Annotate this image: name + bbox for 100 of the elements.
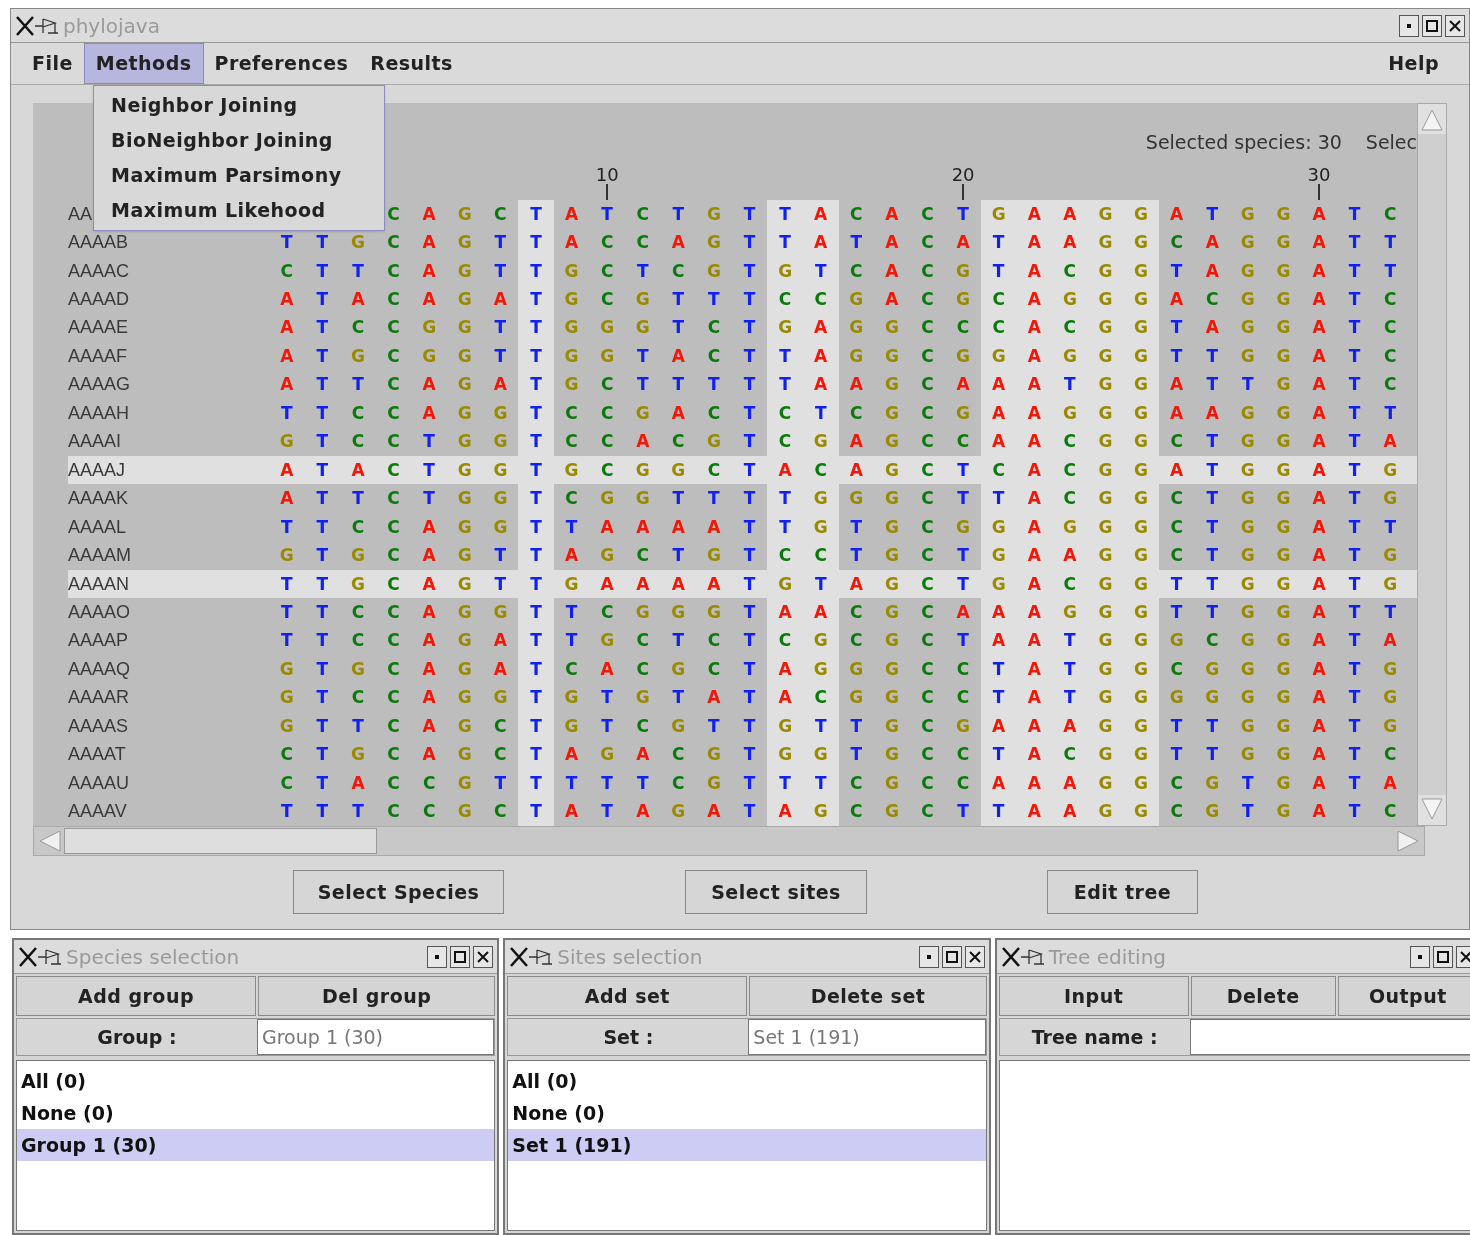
species-name: AAAAK: [68, 487, 129, 511]
ruler-label: 20: [951, 165, 975, 184]
panel-button[interactable]: Input: [998, 976, 1189, 1016]
residue-sequence: T T T C C G C T A T A G A T A G C G C T T A A G G C G T G A T C: [269, 797, 1408, 826]
residue-sequence: T T G C A G T T A C C A G T T A T A C A T A A G G C A G G A T T: [269, 228, 1408, 257]
list-item[interactable]: None (0): [17, 1097, 495, 1129]
species-row[interactable]: AAAAN T T G C A G T T G A A A A T G T A G C T G A C G G T T G G A T G: [68, 569, 1417, 599]
field-label: Set :: [602, 1024, 655, 1050]
residue-sequence: G T T C A G C T G T C G T T G T T G C G A A A G G T T G G A T G: [269, 712, 1408, 741]
menu-item[interactable]: Help: [1388, 43, 1439, 84]
list-item[interactable]: None (0): [508, 1097, 986, 1129]
maximize-icon[interactable]: [1422, 14, 1442, 37]
species-name: AAAAU: [68, 771, 130, 795]
species-name: AAAAO: [68, 601, 131, 624]
species-name: AAAAS: [68, 714, 129, 738]
residue-sequence: G T C C T G G T C C A C G T C G A G C C A A C G G C T G G A T A: [269, 427, 1408, 456]
dropdown-item[interactable]: Maximum Parsimony: [94, 158, 384, 193]
species-name: AAAAT: [68, 743, 126, 767]
species-name: AAAAL: [68, 515, 127, 539]
maximize-icon[interactable]: [1433, 945, 1453, 968]
residue-sequence: A T T C T G G T C G G T T T T G G G C T T A C G G C T G G A T G: [269, 484, 1408, 513]
list-item[interactable]: All (0): [17, 1065, 495, 1097]
species-name: AAAAH: [68, 401, 130, 425]
action-button[interactable]: Select sites: [685, 870, 867, 914]
minimize-icon[interactable]: [918, 945, 939, 968]
species-name: AAAAQ: [68, 657, 131, 681]
menu-item[interactable]: Methods: [83, 43, 204, 84]
close-icon[interactable]: [1445, 14, 1465, 37]
species-name: AAAAN: [68, 572, 130, 596]
species-name: AAAAC: [68, 259, 130, 283]
ruler-label: 30: [1307, 165, 1331, 184]
species-name: AAAAI: [68, 430, 122, 454]
list-item[interactable]: All (0): [508, 1065, 986, 1097]
action-button[interactable]: Edit tree: [1047, 870, 1198, 914]
ruler-tick: [962, 183, 965, 200]
close-icon[interactable]: [473, 945, 494, 968]
species-name: AAAAM: [68, 544, 132, 568]
menu-item[interactable]: Preferences: [203, 43, 360, 84]
action-button[interactable]: Select Species: [293, 870, 504, 914]
residue-sequence: C T A C C G T T T T T C G T T T C G C C A A A G G C G T G A T A: [269, 769, 1408, 798]
window-title: Tree editing: [1048, 943, 1167, 971]
species-name: AAAAR: [68, 686, 130, 710]
residue-sequence: G T G C A G A T C A C G C T A G G G C C T A T G G C G G G A T G: [269, 655, 1408, 684]
species-row[interactable]: AAAAJ A T A C T G G T G C G G C T A C A G C T C A C G G A T G G A T G: [68, 456, 1417, 485]
minimize-icon[interactable]: [1399, 14, 1419, 37]
text-field[interactable]: Group 1 (30): [257, 1019, 495, 1055]
close-icon[interactable]: [1456, 945, 1470, 968]
species-name: AAAAP: [68, 629, 129, 653]
species-name: AAAAG: [68, 373, 131, 397]
species-name: AAAAE: [68, 316, 129, 340]
species-name: AAAAJ: [68, 458, 126, 482]
residue-sequence: C T T C A G T T G C T C G T G T C A C G T A C G G T A G G A T T: [269, 256, 1408, 286]
residue-sequence: T T C C A G A T T G C T C T C G C G C T A A T G G G C G G A T A: [269, 626, 1408, 656]
close-icon[interactable]: [964, 945, 985, 968]
text-field[interactable]: Set 1 (191): [748, 1019, 986, 1055]
residue-sequence: T T G C A G T T G A A A A T G T A G C T G A C G G T T G G A T G: [269, 569, 1408, 599]
residue-sequence: A T A C T G G T G C G G C T A C A G C T C A C G G A T G G A T G: [269, 456, 1408, 485]
residue-sequence: G T C C A G G T G T G T A T A C G G C C T A T G G G G G G A T G: [269, 683, 1408, 713]
ruler-label: 10: [595, 165, 619, 184]
residue-sequence: G T G C A G T T A G C T G T C C T G C T G A A G G C T G G A T G: [269, 541, 1408, 570]
field-label: Group :: [96, 1024, 178, 1050]
text-field[interactable]: [1189, 1019, 1470, 1055]
window-title: Species selection: [66, 943, 241, 971]
species-name: AAAAB: [68, 231, 129, 255]
panel-button[interactable]: Add set: [507, 976, 748, 1016]
species-name: AA: [68, 202, 92, 226]
residue-sequence: T T C C A G G T T A A A A T T G T G C G G A G G G C T G G A T T: [269, 512, 1408, 542]
species-name: AAAAF: [68, 344, 128, 368]
panel-button[interactable]: Delete: [1190, 976, 1336, 1016]
window-logo-icon: [18, 945, 62, 968]
maximize-icon[interactable]: [941, 945, 962, 968]
window-logo-icon: [509, 945, 554, 968]
dropdown-item[interactable]: Neighbor Joining: [94, 88, 384, 123]
menu-item[interactable]: File: [21, 43, 84, 84]
species-name: AAAAD: [68, 288, 130, 311]
species-name: AAAAV: [68, 800, 127, 824]
status-text: Selected species: 30: [1145, 130, 1342, 156]
minimize-icon[interactable]: [427, 945, 448, 968]
horizontal-scrollbar[interactable]: [33, 826, 1425, 856]
list-item[interactable]: Set 1 (191): [508, 1129, 986, 1161]
maximize-icon[interactable]: [450, 945, 471, 968]
panel-button[interactable]: Add group: [16, 976, 256, 1016]
dropdown-item[interactable]: Maximum Likehood: [94, 193, 384, 228]
residue-sequence: A T C C G G T T G G G T C T G A G G C C C A C G G T A G G A T C: [269, 313, 1408, 343]
minimize-icon[interactable]: [1410, 945, 1430, 968]
panel-button[interactable]: Del group: [258, 976, 496, 1016]
list-item[interactable]: Group 1 (30): [17, 1129, 495, 1161]
panel-button[interactable]: Output: [1337, 976, 1470, 1016]
menu-item[interactable]: Results: [359, 43, 464, 84]
window-title: Sites selection: [557, 943, 704, 971]
field-label: Tree name :: [1030, 1024, 1159, 1050]
window-logo-icon: [1000, 945, 1045, 968]
residue-sequence: T T C C A G G T C C G A C T C T C G C G A A G G G A A G G A T T: [269, 399, 1408, 428]
ruler-tick: [606, 183, 609, 200]
panel-button[interactable]: Delete set: [749, 976, 987, 1016]
residue-sequence: T T C C A G G T T C G G G T A A C G C A A A G G G T T G G A T T: [269, 598, 1408, 627]
residue-sequence: C T G C A G C T A G A C G T G G T G C C T A C G G T T G G A T C: [269, 740, 1408, 769]
dropdown-item[interactable]: BioNeighbor Joining: [94, 123, 384, 158]
scroll-thumb[interactable]: [64, 828, 377, 854]
window-title: phylojava: [63, 12, 161, 40]
